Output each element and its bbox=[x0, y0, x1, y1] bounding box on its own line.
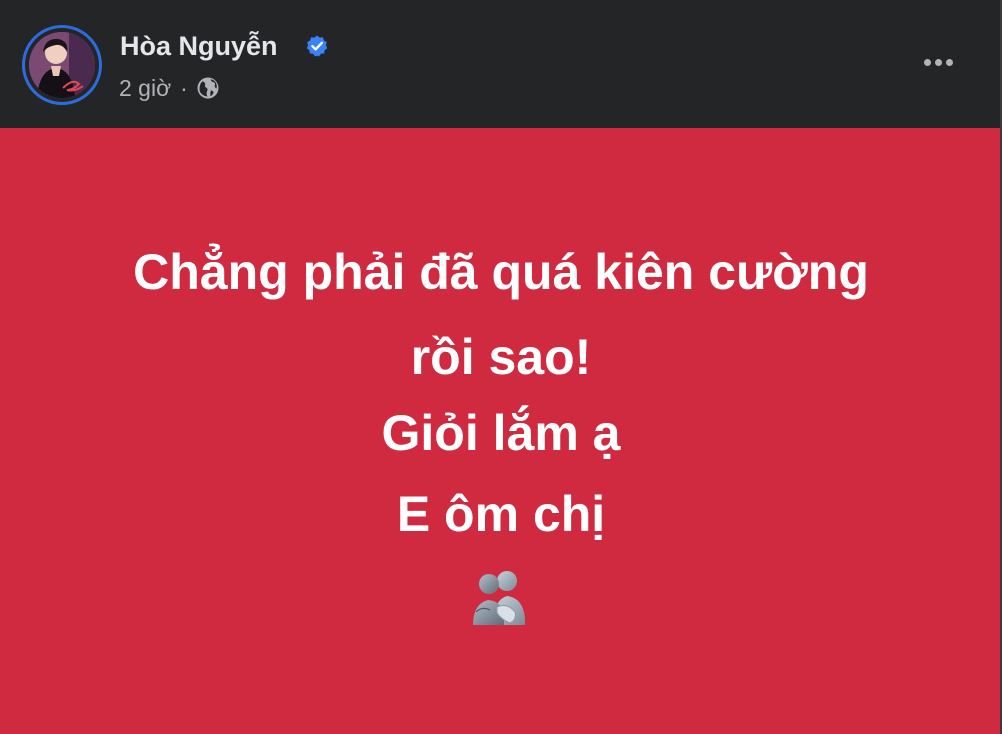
more-options-icon bbox=[923, 58, 953, 66]
avatar-ring-gap bbox=[25, 28, 99, 102]
post-timestamp[interactable]: 2 giờ bbox=[119, 75, 171, 102]
avatar[interactable] bbox=[29, 32, 95, 98]
more-dot bbox=[945, 58, 953, 66]
people-hugging-emoji bbox=[473, 571, 525, 625]
avatar-story-ring[interactable] bbox=[22, 25, 102, 105]
status-line: Chẳng phải đã quá kiên cường bbox=[133, 244, 869, 300]
post-meta: 2 giờ · bbox=[119, 73, 220, 103]
avatar-photo bbox=[29, 32, 95, 98]
globe-icon[interactable] bbox=[196, 76, 220, 100]
more-dot bbox=[923, 58, 931, 66]
status-line: Giỏi lắm ạ bbox=[381, 405, 621, 461]
status-line: rồi sao! bbox=[410, 329, 592, 385]
meta-separator: · bbox=[180, 74, 188, 101]
author-name[interactable]: Hòa Nguyễn bbox=[120, 30, 278, 62]
facebook-post: Hòa Nguyễn 2 giờ · Chẳng phải đã quá kiê… bbox=[0, 0, 1002, 734]
status-line: E ôm chị bbox=[396, 486, 606, 542]
verified-badge-icon bbox=[306, 35, 328, 57]
more-options-button[interactable] bbox=[912, 44, 964, 80]
more-dot bbox=[934, 58, 942, 66]
post-header: Hòa Nguyễn 2 giờ · bbox=[0, 0, 1002, 128]
status-background[interactable]: Chẳng phải đã quá kiên cường rồi sao! Gi… bbox=[0, 128, 1002, 734]
